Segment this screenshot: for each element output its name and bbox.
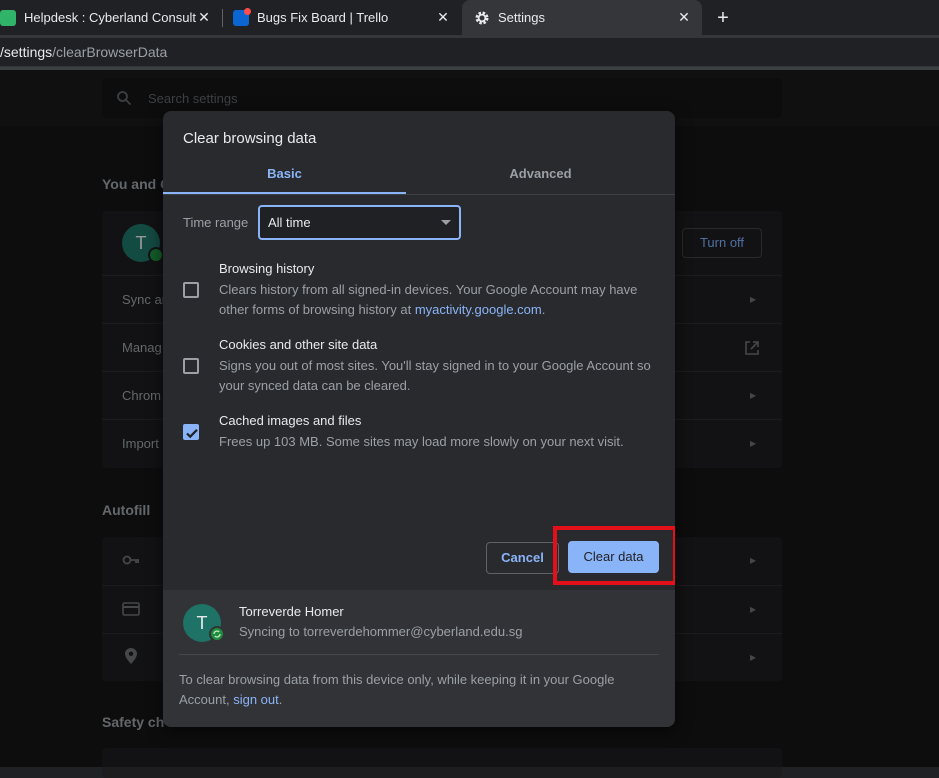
cached-images-checkbox[interactable] — [183, 424, 199, 440]
url-path-rest: /clearBrowserData — [52, 44, 168, 60]
myactivity-link[interactable]: myactivity.google.com — [415, 302, 542, 317]
dialog-footer: T Torreverde Homer Syncing to torreverde… — [163, 590, 675, 727]
trello-icon — [233, 7, 251, 26]
time-range-label: Time range — [183, 215, 249, 230]
close-icon[interactable]: ✕ — [435, 9, 451, 25]
tab-advanced-label: Advanced — [509, 166, 572, 181]
clear-browsing-data-dialog: Clear browsing data Basic Advanced Time … — [163, 111, 675, 727]
tab-trello[interactable]: Bugs Fix Board | Trello ✕ — [223, 0, 461, 35]
clear-data-button[interactable]: Clear data — [568, 541, 659, 573]
option-description: Clears history from all signed-in device… — [219, 280, 659, 320]
option-cookies: Cookies and other site data Signs you ou… — [183, 337, 655, 397]
address-bar: /settings/clearBrowserData — [0, 35, 939, 67]
account-sync-status: Syncing to torreverdehommer@cyberland.ed… — [239, 624, 523, 639]
sync-badge-icon — [209, 626, 225, 642]
new-tab-button[interactable]: + — [712, 7, 734, 29]
close-icon[interactable]: ✕ — [196, 9, 212, 25]
option-description-end: . — [541, 302, 546, 317]
footer-note-end: . — [278, 692, 283, 707]
active-tab-indicator — [163, 192, 406, 194]
tab-basic-label: Basic — [267, 166, 302, 181]
tab-advanced[interactable]: Advanced — [419, 157, 662, 194]
cancel-button[interactable]: Cancel — [486, 542, 559, 574]
sign-out-link[interactable]: sign out — [233, 692, 279, 707]
option-browsing-history: Browsing history Clears history from all… — [183, 261, 655, 321]
browsing-history-checkbox[interactable] — [183, 282, 199, 298]
gear-icon — [475, 11, 489, 24]
tab-helpdesk[interactable]: Helpdesk : Cyberland Consultanc ✕ — [0, 0, 222, 35]
dialog-tabs: Basic Advanced — [163, 157, 675, 195]
tab-label: Bugs Fix Board | Trello — [257, 10, 389, 25]
tab-basic[interactable]: Basic — [163, 157, 406, 194]
headset-icon — [0, 9, 16, 26]
cookies-checkbox[interactable] — [183, 358, 199, 374]
option-title: Cached images and files — [219, 413, 362, 428]
option-description: Frees up 103 MB. Some sites may load mor… — [219, 434, 624, 449]
option-title: Cookies and other site data — [219, 337, 378, 352]
footer-note: To clear browsing data from this device … — [179, 670, 649, 710]
tab-label: Helpdesk : Cyberland Consultanc — [24, 10, 196, 25]
tab-strip: Helpdesk : Cyberland Consultanc ✕ Bugs F… — [0, 0, 939, 35]
dialog-title: Clear browsing data — [183, 130, 317, 147]
tab-settings[interactable]: Settings ✕ — [462, 0, 702, 35]
option-cached-images: Cached images and files Frees up 103 MB.… — [183, 413, 655, 453]
option-title: Browsing history — [219, 261, 315, 276]
time-range-select[interactable]: All time — [258, 205, 461, 240]
checkmark-icon — [186, 429, 198, 439]
url-path-strong: /settings — [0, 44, 53, 60]
footer-divider — [179, 654, 659, 655]
tab-label: Settings — [498, 10, 545, 25]
account-name: Torreverde Homer — [239, 604, 344, 619]
option-description: Signs you out of most sites. You'll stay… — [219, 358, 651, 393]
dropdown-arrow-icon — [441, 220, 451, 225]
url-field[interactable]: /settings/clearBrowserData — [0, 38, 939, 66]
time-range-value: All time — [268, 215, 311, 230]
close-icon[interactable]: ✕ — [676, 9, 692, 25]
